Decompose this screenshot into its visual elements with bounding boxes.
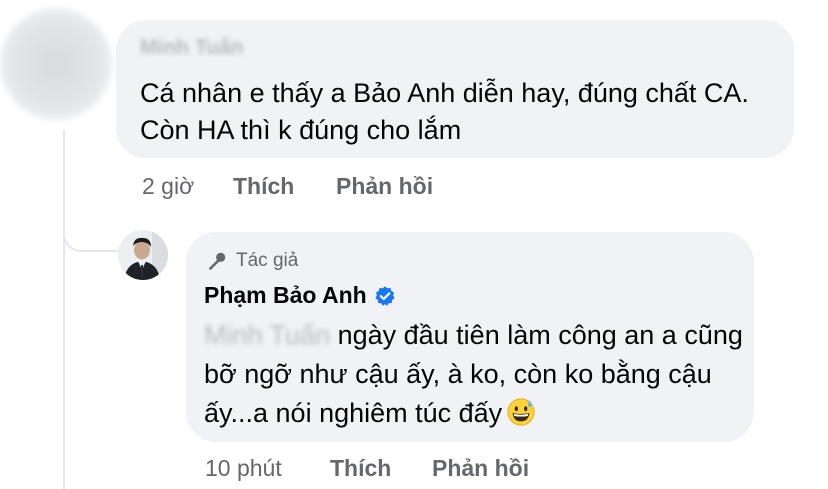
thread-line-continued	[63, 240, 65, 489]
author-badge-label: Tác giả	[236, 250, 299, 271]
verified-badge-icon	[375, 285, 395, 306]
comment-like-button[interactable]: Thích	[233, 173, 294, 200]
comment-reply-button[interactable]: Phản hồi	[336, 173, 433, 200]
comment-author-name[interactable]: Minh Tuấn	[140, 36, 243, 60]
reply-text: Minh Tuấn ngày đầu tiên làm công an a cũ…	[204, 316, 744, 433]
thread-connector	[63, 200, 121, 252]
reply-author-name[interactable]: Phạm Bảo Anh	[204, 282, 396, 309]
reply-author-name-text[interactable]: Phạm Bảo Anh	[204, 282, 367, 309]
commenter-avatar-blurred[interactable]	[0, 8, 112, 120]
comment-bubble: Minh Tuấn Cá nhân e thấy a Bảo Anh diễn …	[116, 20, 794, 158]
mentioned-user[interactable]: Minh Tuấn	[204, 316, 330, 355]
author-badge: Tác giả	[206, 248, 298, 274]
reply-reply-button[interactable]: Phản hồi	[432, 455, 529, 482]
microphone-icon	[208, 252, 226, 271]
comment-timestamp[interactable]: 2 giờ	[142, 173, 194, 200]
reply-bubble: Tác giả Phạm Bảo Anh Minh Tuấn ngày đầu …	[186, 232, 754, 442]
reply-like-button[interactable]: Thích	[330, 455, 391, 482]
avatar-photo	[118, 230, 168, 280]
comment-text: Cá nhân e thấy a Bảo Anh diễn hay, đúng …	[140, 78, 749, 145]
reply-timestamp[interactable]: 10 phút	[205, 455, 282, 482]
reply-author-avatar[interactable]	[118, 230, 168, 280]
grinning-face-with-sweat-icon	[507, 398, 535, 426]
